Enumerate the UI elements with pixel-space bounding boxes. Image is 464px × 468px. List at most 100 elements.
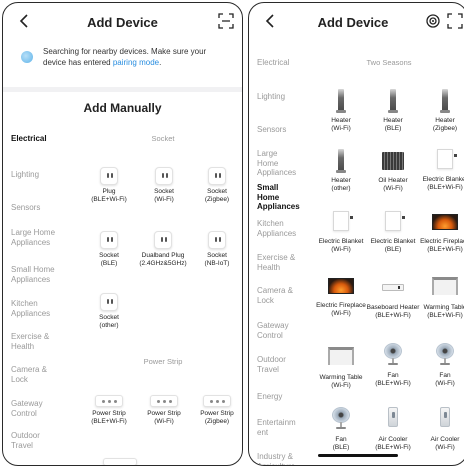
device-name: Oil Heater: [378, 177, 408, 184]
section-power-strip-label: Power Strip: [143, 357, 183, 366]
sidebar-item-entertainment[interactable]: Entertainm ent: [257, 418, 297, 437]
sidebar-item-large-home-appliances[interactable]: Large Home Appliances: [11, 228, 57, 247]
header: Add Device: [249, 3, 464, 41]
device-air-cooler-wifi[interactable]: Air Cooler (Wi-Fi): [417, 407, 464, 452]
device-name: Fan: [335, 436, 347, 443]
device-electric-fireplace-ble-wifi[interactable]: Electric Fireplace (BLE+Wi-Fi): [417, 214, 464, 254]
device-name: Electric Fireplace: [420, 238, 464, 245]
device-protocol: (BLE): [100, 260, 118, 267]
device-socket-other[interactable]: Socket (other): [81, 293, 137, 330]
warming-table-icon: [328, 347, 354, 365]
device-name: Socket: [154, 188, 174, 195]
pairing-mode-link[interactable]: pairing mode: [113, 58, 159, 67]
sidebar-item-kitchen-appliances[interactable]: Kitchen Appliances: [11, 299, 57, 318]
sidebar-item-sensors[interactable]: Sensors: [11, 203, 69, 213]
scan-icon[interactable]: [218, 13, 234, 29]
device-protocol: (NB-IoT): [204, 260, 230, 267]
fan-icon: [435, 343, 455, 365]
sidebar-item-electrical[interactable]: Electrical: [11, 134, 69, 144]
tower-heater-icon: [336, 89, 346, 113]
device-electric-fireplace-wifi[interactable]: Electric Fireplace (Wi-Fi): [313, 278, 369, 318]
device-baseboard-heater-ble-wifi[interactable]: Baseboard Heater (BLE+Wi-Fi): [365, 284, 421, 320]
socket-icon: [208, 231, 226, 249]
strip-outlet: [102, 400, 105, 403]
device-electric-blanket-ble[interactable]: Electric Blanket (BLE): [365, 211, 421, 254]
air-cooler-icon: [440, 407, 450, 427]
sidebar-item-kitchen-appliances[interactable]: Kitchen Appliances: [257, 219, 301, 238]
fireplace-icon: [432, 214, 458, 230]
electric-blanket-icon: [437, 149, 457, 169]
device-fan-ble[interactable]: Fan (BLE): [313, 407, 369, 452]
nearby-search-banner: Searching for nearby devices. Make sure …: [13, 41, 232, 85]
device-protocol: (BLE+Wi-Fi): [427, 184, 463, 191]
device-socket-nb-iot[interactable]: Socket (NB-IoT): [189, 231, 242, 268]
sidebar-item-outdoor-travel[interactable]: Outdoor Travel: [257, 355, 297, 374]
screenshot-stage: Add Device Searching for nearby devices.…: [0, 0, 464, 468]
sidebar-item-electrical[interactable]: Electrical: [257, 58, 315, 68]
device-protocol: (other): [99, 322, 119, 329]
device-power-strip-ble-wifi[interactable]: Power Strip (BLE+Wi-Fi): [81, 395, 137, 426]
sidebar-item-outdoor-travel[interactable]: Outdoor Travel: [11, 431, 51, 450]
device-socket-zigbee[interactable]: Socket (Zigbee): [189, 167, 242, 204]
device-air-cooler-ble-wifi[interactable]: Air Cooler (BLE+Wi-Fi): [365, 407, 421, 452]
sidebar-item-camera-lock[interactable]: Camera & Lock: [11, 365, 51, 384]
section-socket-label: Socket: [151, 134, 175, 143]
sidebar-item-camera-lock[interactable]: Camera & Lock: [257, 286, 293, 305]
device-protocol: (Wi-Fi): [331, 310, 351, 317]
sidebar-item-small-home-appliances[interactable]: Small Home Appliances: [11, 265, 61, 284]
device-electric-blanket-wifi[interactable]: Electric Blanket (Wi-Fi): [313, 211, 369, 254]
fan-head: [384, 343, 402, 359]
device-fan-ble-wifi[interactable]: Fan (BLE+Wi-Fi): [365, 343, 421, 388]
sidebar-item-sensors[interactable]: Sensors: [257, 125, 315, 135]
device-protocol: (BLE+Wi-Fi): [427, 312, 463, 319]
socket-icon: [155, 167, 173, 185]
device-protocol: (BLE+Wi-Fi): [375, 380, 411, 387]
socket-icon: [154, 231, 172, 249]
device-protocol: (Wi-Fi): [383, 185, 403, 192]
sidebar-item-gateway-control[interactable]: Gateway Control: [257, 321, 297, 340]
device-name: Electric Blanket: [370, 238, 416, 245]
fan-base: [440, 363, 450, 365]
sidebar-item-exercise-health[interactable]: Exercise & Health: [257, 253, 297, 272]
device-name: Dualband Plug: [141, 252, 185, 259]
sidebar-item-small-home-appliances[interactable]: Small Home Appliances: [257, 183, 301, 212]
device-oil-heater-wifi[interactable]: Oil Heater (Wi-Fi): [365, 152, 421, 193]
add-manually-heading: Add Manually: [83, 101, 162, 115]
device-socket-ble[interactable]: Socket (BLE): [81, 231, 137, 268]
tower-heater-icon: [388, 89, 398, 113]
device-name: Air Cooler: [378, 436, 408, 443]
electric-blanket-icon: [385, 211, 405, 231]
device-heater-other[interactable]: Heater (other): [313, 149, 369, 193]
device-name: Heater: [331, 177, 351, 184]
wireless-scan-icon[interactable]: [425, 13, 441, 29]
sidebar-item-energy[interactable]: Energy: [257, 392, 315, 402]
sidebar-item-industry-agriculture[interactable]: Industry & Agriculture: [257, 452, 301, 465]
sidebar-item-gateway-control[interactable]: Gateway Control: [11, 399, 51, 418]
device-protocol: (Wi-Fi): [331, 382, 351, 389]
device-electric-blanket-ble-wifi[interactable]: Electric Blanket (BLE+Wi-Fi): [417, 149, 464, 192]
device-dualband-plug[interactable]: Dualband Plug (2.4GHz&5GHz): [131, 231, 195, 268]
device-plug-ble-wifi[interactable]: Plug (BLE+Wi-Fi): [81, 167, 137, 204]
device-heater-zigbee[interactable]: Heater (Zigbee): [417, 89, 464, 133]
device-name: Warming Table: [423, 304, 464, 311]
scan-icon[interactable]: [447, 13, 463, 29]
device-protocol: (BLE): [332, 444, 350, 451]
device-protocol: (Zigbee): [204, 418, 230, 425]
sidebar-item-large-home-appliances[interactable]: Large Home Appliances: [257, 149, 296, 178]
device-warming-table-ble-wifi[interactable]: Warming Table (BLE+Wi-Fi): [417, 277, 464, 320]
device-warming-table-wifi[interactable]: Warming Table (Wi-Fi): [313, 347, 369, 390]
device-fan-wifi[interactable]: Fan (Wi-Fi): [417, 343, 464, 388]
device-power-strip-wifi[interactable]: Power Strip (Wi-Fi): [136, 395, 192, 426]
device-heater-ble[interactable]: Heater (BLE): [365, 89, 421, 133]
device-protocol: (BLE+Wi-Fi): [91, 196, 127, 203]
sidebar-item-exercise-health[interactable]: Exercise & Health: [11, 332, 55, 351]
device-name: Heater: [435, 117, 455, 124]
device-heater-wifi[interactable]: Heater (Wi-Fi): [313, 89, 369, 133]
device-power-strip-zigbee[interactable]: Power Strip (Zigbee): [189, 395, 242, 426]
device-socket-wifi[interactable]: Socket (Wi-Fi): [136, 167, 192, 204]
device-name: Air Cooler: [430, 436, 460, 443]
section-two-seasons-label: Two Seasons: [366, 58, 412, 67]
socket-icon: [100, 293, 118, 311]
sidebar-item-lighting[interactable]: Lighting: [11, 170, 69, 180]
sidebar-item-lighting[interactable]: Lighting: [257, 92, 315, 102]
